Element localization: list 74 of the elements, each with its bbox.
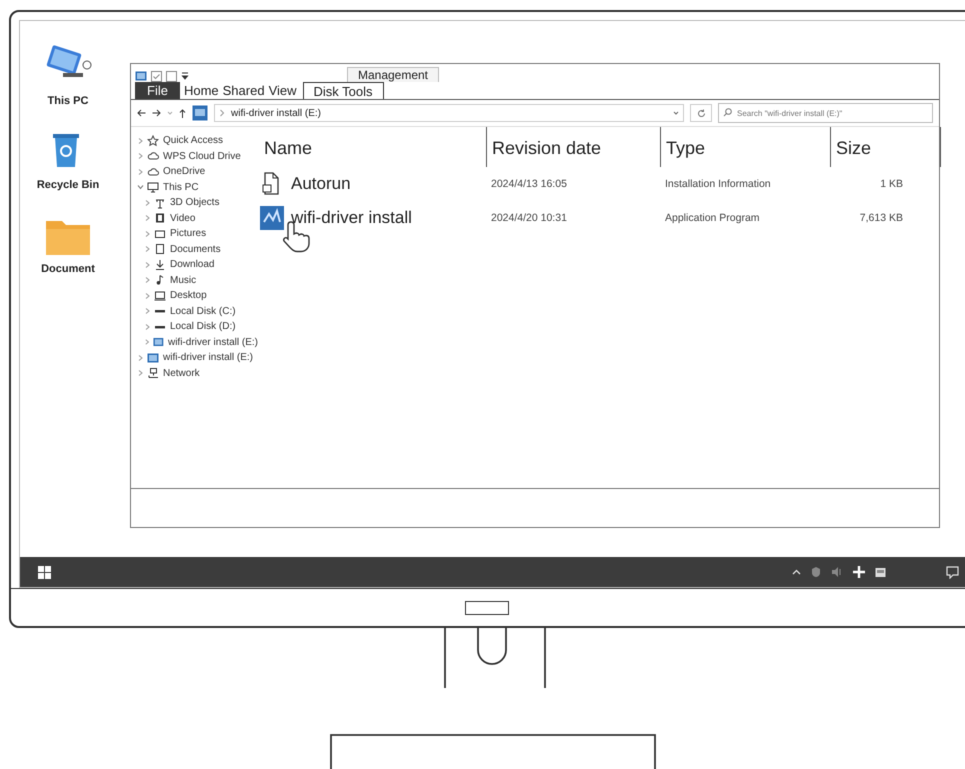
plus-icon [853, 566, 865, 578]
file-date: 2024/4/20 10:31 [490, 211, 568, 226]
navigation-item[interactable]: Video [169, 212, 196, 224]
checkbox-icon [151, 70, 162, 82]
cloud-icon [147, 150, 159, 162]
document-icon [154, 243, 166, 256]
forward-arrow-icon [152, 109, 161, 117]
navigation-item[interactable]: Network [162, 368, 201, 379]
file-date: 2024/4/13 16:05 [490, 177, 568, 192]
notification-icon [946, 566, 959, 578]
file-size: 1 KB [879, 177, 904, 192]
download-icon [154, 258, 166, 271]
address-bar[interactable]: wifi-driver install (E:) [214, 104, 684, 122]
file-menu-tab[interactable]: File [135, 82, 180, 99]
refresh-icon [696, 108, 706, 118]
desktop-icon-label[interactable]: Recycle Bin [36, 179, 100, 191]
navigation-item[interactable]: OneDrive [162, 166, 206, 178]
cloud-icon [147, 166, 159, 178]
navigation-item[interactable]: Local Disk (C:) [169, 306, 237, 317]
caret-icon [167, 110, 173, 116]
navigation-item[interactable]: Documents [169, 244, 222, 255]
column-header[interactable]: Size [831, 127, 941, 167]
blank-page-icon [166, 70, 177, 82]
drive-icon [135, 70, 147, 82]
navigation-item[interactable]: Music [169, 274, 198, 286]
path-segment[interactable]: wifi-driver install (E:) [231, 108, 322, 118]
back-arrow-icon [137, 109, 146, 117]
navigation-item[interactable]: This PC [162, 182, 200, 193]
shield-icon [811, 566, 821, 578]
navigation-item[interactable]: Quick Access [162, 135, 224, 146]
drive-icon [192, 105, 208, 121]
star-icon [147, 134, 159, 147]
ribbon-tab[interactable]: View [266, 82, 299, 99]
power-button[interactable] [464, 600, 508, 614]
column-header[interactable]: Revision date [487, 127, 661, 167]
navigation-item[interactable]: 3D Objects [169, 197, 220, 208]
navigation-item[interactable]: Pictures [169, 228, 208, 240]
network-icon [147, 367, 159, 380]
application-icon [259, 205, 285, 231]
show-hidden-icons-icon [792, 569, 801, 575]
desktop-icon-label[interactable]: This PC [48, 95, 88, 107]
file-size: 7,613 KB [858, 211, 904, 226]
ribbon-tab[interactable]: Home [182, 82, 221, 99]
column-header[interactable]: Type [661, 127, 831, 167]
laptop-icon [154, 290, 166, 302]
navigation-item[interactable]: wifi-driver install (E:) [162, 352, 254, 364]
file-name[interactable]: Autorun [291, 174, 351, 194]
dropdown-caret-icon [181, 71, 189, 81]
drive-icon [153, 336, 164, 348]
ribbon-tab[interactable]: Disk Tools [302, 82, 384, 99]
drive-icon [147, 352, 159, 364]
navigation-item[interactable]: Local Disk (D:) [169, 321, 237, 332]
file-type: Installation Information [664, 177, 772, 192]
column-header[interactable]: Name [259, 127, 487, 167]
picture-icon [154, 228, 166, 240]
navigation-item[interactable]: wifi-driver install (E:) [166, 336, 259, 348]
ribbon-tab[interactable]: Shared [220, 82, 267, 99]
navigation-item[interactable]: WPS Cloud Drive [162, 150, 242, 162]
computer-icon [147, 181, 159, 194]
context-tab-group-label: Management [347, 67, 439, 82]
dropdown-caret-icon [673, 110, 679, 116]
up-arrow-icon [179, 108, 186, 118]
navigation-item[interactable]: Desktop [169, 290, 208, 302]
refresh-button[interactable] [690, 104, 712, 122]
search-field[interactable]: Search "wifi-driver install (E:)" [718, 103, 933, 123]
start-button-icon [38, 566, 51, 578]
search-icon [723, 108, 732, 117]
desktop-icon-label[interactable]: Document [41, 263, 95, 275]
file-name[interactable]: wifi-driver install [291, 208, 412, 228]
file-type: Application Program [664, 211, 761, 226]
breadcrumb-chevron-icon [219, 109, 225, 117]
speaker-icon [831, 566, 843, 578]
navigation-item[interactable]: Download [169, 259, 216, 270]
music-note-icon [154, 274, 166, 286]
